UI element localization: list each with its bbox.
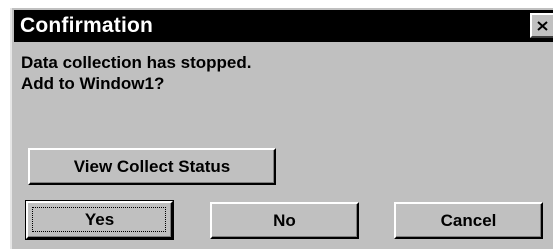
dialog-message: Data collection has stopped. Add to Wind… <box>21 52 252 94</box>
message-line-2: Add to Window1? <box>21 74 165 93</box>
confirmation-dialog: Confirmation Data collection has stopped… <box>10 8 553 249</box>
no-button[interactable]: No <box>210 202 359 239</box>
message-line-1: Data collection has stopped. <box>21 53 252 72</box>
cancel-button[interactable]: Cancel <box>394 202 543 239</box>
yes-button[interactable]: Yes <box>25 200 174 240</box>
view-collect-status-label: View Collect Status <box>73 156 231 176</box>
no-label: No <box>273 210 296 230</box>
cancel-label: Cancel <box>440 210 497 230</box>
title-bar[interactable]: Confirmation <box>14 10 553 42</box>
close-icon <box>537 20 548 31</box>
view-collect-status-button[interactable]: View Collect Status <box>28 148 276 185</box>
close-button[interactable] <box>530 13 553 38</box>
dialog-title: Confirmation <box>20 14 154 37</box>
yes-label: Yes <box>84 210 115 229</box>
